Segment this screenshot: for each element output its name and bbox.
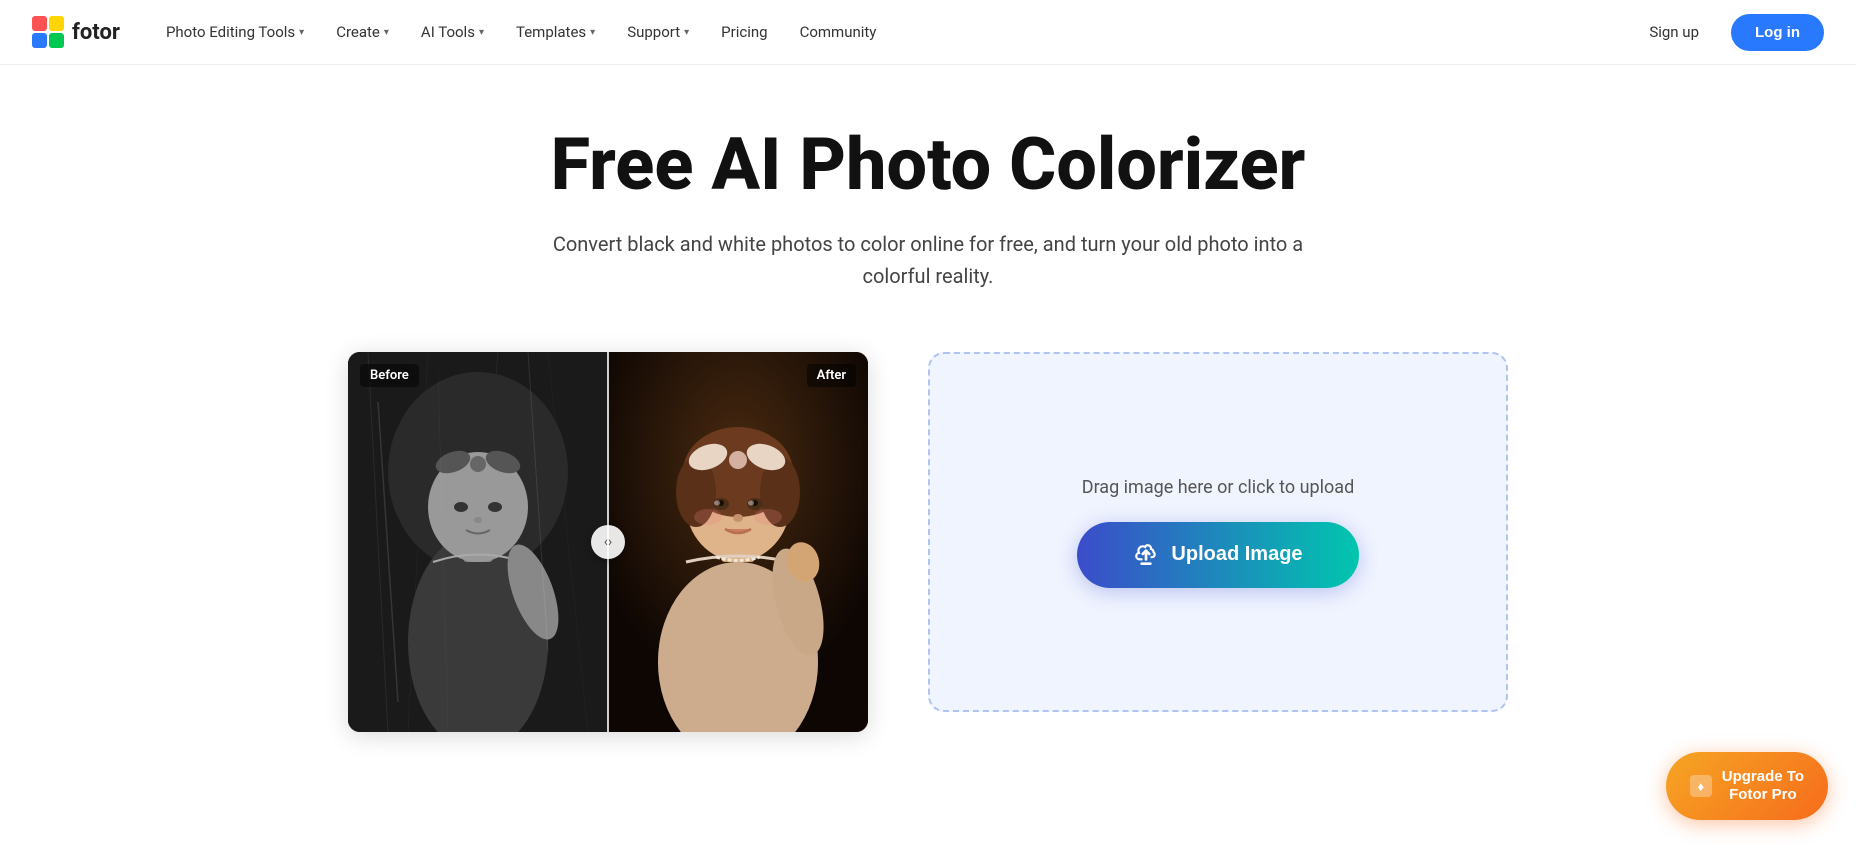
nav-ai-tools-label: AI Tools bbox=[421, 23, 475, 41]
before-image bbox=[348, 352, 608, 732]
diamond-icon: ♦ bbox=[1690, 775, 1712, 797]
nav-links: Photo Editing Tools ▾ Create ▾ AI Tools … bbox=[152, 15, 1633, 49]
nav-photo-editing-label: Photo Editing Tools bbox=[166, 23, 295, 41]
chevron-down-icon: ▾ bbox=[384, 27, 389, 38]
nav-community-label: Community bbox=[800, 23, 877, 41]
nav-support[interactable]: Support ▾ bbox=[613, 15, 703, 49]
nav-create-label: Create bbox=[336, 23, 380, 41]
after-label: After bbox=[807, 364, 856, 387]
upgrade-to-pro-button[interactable]: ♦ Upgrade To Fotor Pro bbox=[1666, 752, 1828, 820]
navbar: fotor Photo Editing Tools ▾ Create ▾ AI … bbox=[0, 0, 1856, 65]
hero-subtitle: Convert black and white photos to color … bbox=[538, 228, 1318, 292]
chevron-down-icon: ▾ bbox=[299, 27, 304, 38]
page-title: Free AI Photo Colorizer bbox=[32, 125, 1824, 204]
nav-templates[interactable]: Templates ▾ bbox=[502, 15, 609, 49]
nav-community[interactable]: Community bbox=[786, 15, 891, 49]
nav-pricing[interactable]: Pricing bbox=[707, 15, 781, 49]
login-button[interactable]: Log in bbox=[1731, 14, 1824, 51]
nav-support-label: Support bbox=[627, 23, 680, 41]
drag-drop-text: Drag image here or click to upload bbox=[1082, 477, 1354, 498]
upload-icon bbox=[1133, 542, 1159, 568]
nav-auth: Sign up Log in bbox=[1633, 14, 1824, 51]
nav-create[interactable]: Create ▾ bbox=[322, 15, 403, 49]
upload-image-button[interactable]: Upload Image bbox=[1077, 522, 1358, 588]
fotor-logo-icon bbox=[32, 16, 64, 48]
upgrade-line1: Upgrade To bbox=[1722, 768, 1804, 786]
nav-templates-label: Templates bbox=[516, 23, 586, 41]
comparison-handle[interactable]: ‹› bbox=[591, 525, 625, 559]
upload-area[interactable]: Drag image here or click to upload Uploa… bbox=[928, 352, 1508, 712]
logo-link[interactable]: fotor bbox=[32, 16, 120, 48]
chevron-down-icon: ▾ bbox=[590, 27, 595, 38]
logo-text: fotor bbox=[72, 20, 120, 45]
chevron-down-icon: ▾ bbox=[684, 27, 689, 38]
image-comparison: Before After ‹› bbox=[348, 352, 868, 732]
hero-section: Free AI Photo Colorizer Convert black an… bbox=[0, 65, 1856, 332]
upgrade-line2: Fotor Pro bbox=[1722, 786, 1804, 804]
before-label: Before bbox=[360, 364, 419, 387]
signup-button[interactable]: Sign up bbox=[1633, 15, 1715, 49]
main-content: Before After ‹› Drag image here or click… bbox=[228, 332, 1628, 772]
upload-button-label: Upload Image bbox=[1171, 543, 1302, 566]
after-image bbox=[608, 352, 868, 732]
chevron-down-icon: ▾ bbox=[479, 27, 484, 38]
nav-pricing-label: Pricing bbox=[721, 23, 767, 41]
nav-photo-editing[interactable]: Photo Editing Tools ▾ bbox=[152, 15, 318, 49]
nav-ai-tools[interactable]: AI Tools ▾ bbox=[407, 15, 498, 49]
